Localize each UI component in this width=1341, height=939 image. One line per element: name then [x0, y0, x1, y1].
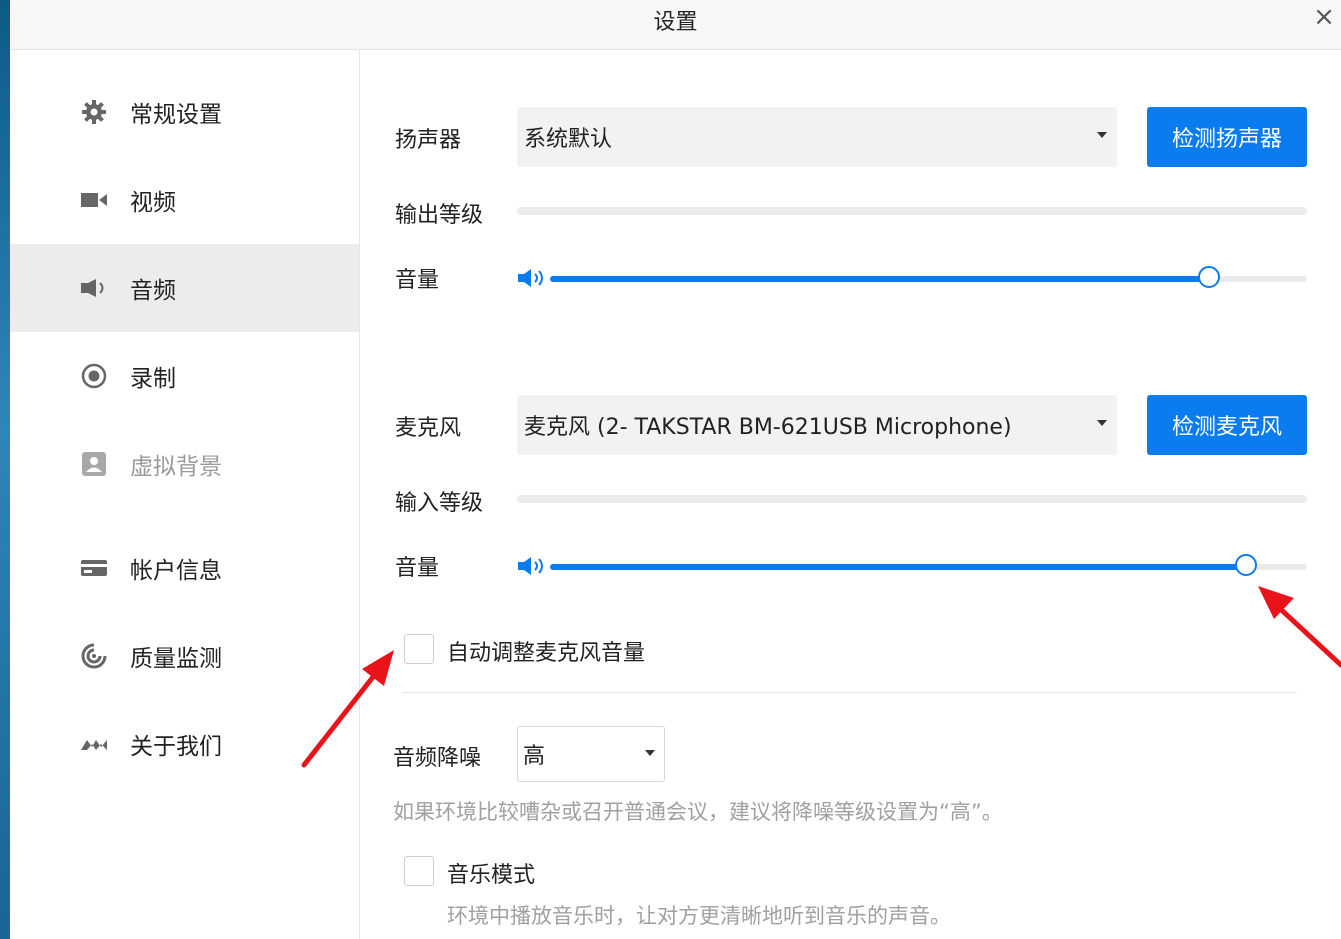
title-bar: 设置 ×: [10, 0, 1341, 50]
settings-dialog: 设置 × 常规设置 视频 音频 录制 虚拟背景 帐户信息 质量监测 关于我们 扬…: [10, 0, 1341, 939]
logo-icon: [80, 730, 108, 758]
input-level-label: 输入等级: [395, 491, 484, 516]
microphone-volume-fill: [550, 564, 1247, 570]
speaker-volume-thumb[interactable]: [1197, 266, 1220, 288]
dialog-title: 设置: [653, 10, 698, 35]
test-speaker-button[interactable]: 检测扬声器: [1147, 107, 1307, 167]
sidebar-item-general[interactable]: 常规设置: [10, 68, 359, 156]
sidebar-item-label: 关于我们: [130, 734, 222, 760]
monitor-gauge-icon: [80, 642, 108, 670]
sidebar-item-about[interactable]: 关于我们: [10, 700, 359, 788]
speaker-icon: [80, 274, 108, 302]
music-mode-label[interactable]: 音乐模式: [447, 857, 535, 889]
microphone-volume-slider[interactable]: [550, 554, 1307, 576]
speaker-label: 扬声器: [395, 128, 462, 153]
sidebar-item-quality-monitor[interactable]: 质量监测: [10, 612, 359, 700]
chevron-down-icon: [645, 750, 655, 756]
sidebar-item-label: 虚拟背景: [130, 454, 222, 480]
microphone-select[interactable]: 麦克风 (2- TAKSTAR BM-621USB Microphone): [517, 395, 1117, 455]
sidebar-item-label: 常规设置: [130, 102, 222, 128]
sidebar-item-record[interactable]: 录制: [10, 332, 359, 420]
sidebar-item-account[interactable]: 帐户信息: [10, 524, 359, 612]
speaker-select[interactable]: 系统默认: [517, 107, 1117, 167]
sidebar-item-virtual-background[interactable]: 虚拟背景: [10, 420, 359, 508]
sidebar-item-label: 视频: [130, 190, 176, 216]
auto-adjust-mic-checkbox[interactable]: [404, 634, 434, 664]
output-level-meter: [517, 207, 1307, 215]
speaker-volume-label: 音量: [395, 268, 440, 293]
settings-sidebar: 常规设置 视频 音频 录制 虚拟背景 帐户信息 质量监测 关于我们: [10, 50, 360, 939]
sidebar-item-label: 音频: [130, 278, 176, 304]
microphone-select-value: 麦克风 (2- TAKSTAR BM-621USB Microphone): [524, 415, 1012, 440]
sidebar-item-audio[interactable]: 音频: [10, 244, 359, 332]
noise-reduction-select[interactable]: 高: [517, 726, 665, 782]
record-icon: [80, 362, 108, 390]
microphone-volume-icon: [518, 557, 543, 575]
speaker-volume-icon: [518, 269, 543, 287]
microphone-label: 麦克风: [395, 416, 462, 441]
speaker-volume-slider[interactable]: [550, 266, 1307, 288]
output-level-label: 输出等级: [395, 203, 484, 228]
test-microphone-button[interactable]: 检测麦克风: [1147, 395, 1307, 455]
gear-icon: [80, 98, 108, 126]
auto-adjust-mic-label[interactable]: 自动调整麦克风音量: [447, 635, 645, 667]
portrait-icon: [80, 450, 108, 478]
microphone-volume-thumb[interactable]: [1235, 554, 1258, 576]
music-mode-hint: 环境中播放音乐时，让对方更清晰地听到音乐的声音。: [447, 904, 951, 928]
divider: [402, 692, 1297, 693]
audio-settings-panel: 扬声器 系统默认 检测扬声器 输出等级 音量 麦克风 麦克风 (2- TAKST…: [360, 50, 1341, 939]
noise-reduction-value: 高: [523, 744, 546, 769]
input-level-meter: [517, 495, 1307, 503]
sidebar-item-label: 帐户信息: [130, 558, 222, 584]
speaker-volume-fill: [550, 276, 1209, 282]
sidebar-item-label: 质量监测: [130, 646, 222, 672]
sidebar-item-label: 录制: [130, 366, 176, 392]
chevron-down-icon: [1097, 132, 1107, 138]
close-button[interactable]: ×: [1309, 2, 1339, 32]
speaker-select-value: 系统默认: [524, 127, 613, 152]
chevron-down-icon: [1097, 420, 1107, 426]
sidebar-item-video[interactable]: 视频: [10, 156, 359, 244]
noise-reduction-label: 音频降噪: [393, 746, 482, 771]
noise-reduction-hint: 如果环境比较嘈杂或召开普通会议，建议将降噪等级设置为“高”。: [393, 800, 1003, 824]
music-mode-checkbox[interactable]: [404, 856, 434, 886]
microphone-volume-label: 音量: [395, 556, 440, 581]
card-icon: [80, 554, 108, 582]
video-camera-icon: [80, 186, 108, 214]
